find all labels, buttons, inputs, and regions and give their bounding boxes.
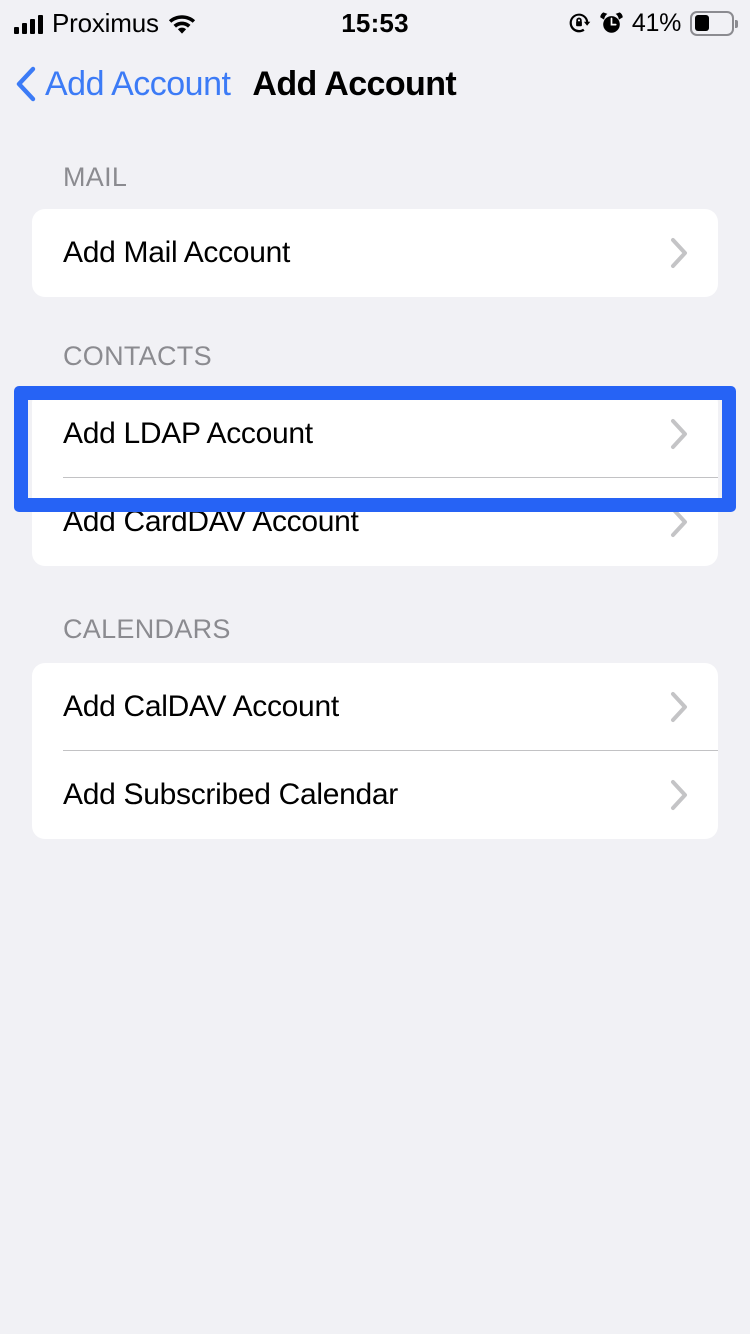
chevron-right-icon [668,416,690,452]
status-bar-right: 41% [567,0,738,46]
row-label: Add Mail Account [63,238,668,268]
row-add-caldav-account[interactable]: Add CalDAV Account [32,663,718,751]
section-contacts: CONTACTS Add LDAP Account Add CardDAV Ac… [0,343,750,566]
row-add-carddav-account[interactable]: Add CardDAV Account [32,478,718,566]
card-contacts: Add LDAP Account Add CardDAV Account [32,390,718,566]
status-bar: Proximus 15:53 4 [0,0,750,46]
section-header-mail: MAIL [0,164,750,191]
clock-label: 15:53 [341,8,409,39]
back-button-label: Add Account [45,67,230,101]
chevron-right-icon [668,689,690,725]
chevron-left-icon [14,64,38,104]
chevron-right-icon [668,777,690,813]
section-header-contacts: CONTACTS [0,343,750,370]
settings-content: MAIL Add Mail Account CONTACTS Add LDAP … [0,164,750,839]
battery-icon [690,11,738,36]
row-add-subscribed-calendar[interactable]: Add Subscribed Calendar [32,751,718,839]
card-calendars: Add CalDAV Account Add Subscribed Calend… [32,663,718,839]
card-mail: Add Mail Account [32,209,718,297]
back-button[interactable]: Add Account [14,64,230,104]
row-add-mail-account[interactable]: Add Mail Account [32,209,718,297]
page-title: Add Account [252,67,456,101]
navigation-bar: Add Account Add Account [0,46,750,122]
row-label: Add CardDAV Account [63,507,668,537]
row-label: Add Subscribed Calendar [63,780,668,810]
section-calendars: CALENDARS Add CalDAV Account Add Subscri… [0,616,750,839]
chevron-right-icon [668,235,690,271]
chevron-right-icon [668,504,690,540]
alarm-clock-icon [600,11,623,35]
section-mail: MAIL Add Mail Account [0,164,750,297]
row-label: Add CalDAV Account [63,692,668,722]
row-label: Add LDAP Account [63,419,668,449]
rotation-lock-icon [567,11,591,35]
row-add-ldap-account[interactable]: Add LDAP Account [32,390,718,478]
section-header-calendars: CALENDARS [0,616,750,643]
battery-percent-label: 41% [632,9,681,38]
